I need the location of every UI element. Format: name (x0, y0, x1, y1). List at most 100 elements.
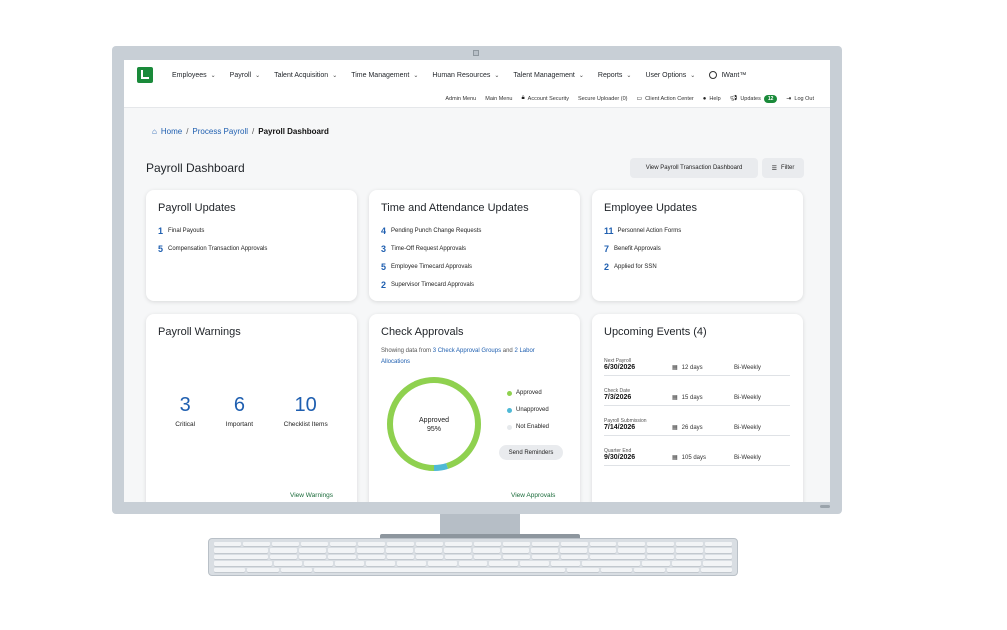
donut-center-label: Approved (419, 417, 449, 424)
nav-time-management[interactable]: Time Management ⌄ (351, 72, 418, 79)
chevron-down-icon: ⌄ (210, 72, 216, 79)
help-link[interactable]: ● Help (703, 96, 721, 102)
list-item[interactable]: 5 Employee Timecard Approvals (381, 258, 568, 276)
app-screen: Employees ⌄ Payroll ⌄ Talent Acquisition ⌄ … (124, 60, 830, 502)
payroll-warnings-card: Payroll Warnings 3 Critical 6 Important 10… (146, 314, 357, 502)
lock-icon: 🔒︎ (521, 95, 525, 101)
view-warnings-link[interactable]: View Warnings (290, 492, 333, 499)
calendar-icon: ▦ (672, 425, 678, 431)
warning-stat-checklist[interactable]: 10 Checklist Items (284, 394, 328, 428)
chevron-down-icon: ⌄ (332, 72, 338, 79)
donut-segment-approved (387, 377, 481, 471)
breadcrumb-separator: / (186, 127, 189, 136)
upcoming-events-card: Upcoming Events (4) Next Payroll 6/30/202… (592, 314, 803, 502)
nav-payroll[interactable]: Payroll ⌄ (230, 72, 260, 79)
events-list: Next Payroll 6/30/2026 ▦ 12 days Bi-Weekly… (604, 346, 790, 466)
calendar-icon: ▦ (672, 395, 678, 401)
check-approval-groups-link[interactable]: 3 Check Approval Groups (433, 348, 501, 354)
check-approvals-description: Showing data from 3 Check Approval Group… (381, 348, 535, 365)
list-item[interactable]: 5 Compensation Transaction Approvals (158, 240, 345, 258)
breadcrumb-current: Payroll Dashboard (258, 127, 329, 136)
card-title: Employee Updates (604, 202, 697, 214)
list-item[interactable]: 2 Applied for SSN (604, 258, 791, 276)
list-item[interactable]: 7 Benefit Approvals (604, 240, 791, 258)
card-title: Upcoming Events (4) (604, 326, 707, 338)
admin-menu-link[interactable]: Admin Menu (445, 96, 476, 102)
home-icon[interactable]: ⌂ (152, 127, 157, 136)
log-out-link[interactable]: ⇥ Log Out (786, 95, 814, 103)
legend-not-enabled: Not Enabled (507, 424, 549, 430)
breadcrumb-process-payroll[interactable]: Process Payroll (192, 127, 248, 136)
employee-updates-card: Employee Updates 11 Personnel Action Form… (592, 190, 803, 301)
chevron-down-icon: ⌄ (494, 72, 500, 79)
main-menu-link[interactable]: Main Menu (485, 96, 512, 102)
client-action-center-link[interactable]: ▭ Client Action Center (636, 95, 693, 103)
page-title: Payroll Dashboard (146, 161, 245, 175)
nav-talent-management[interactable]: Talent Management ⌄ (513, 72, 584, 79)
legend-dot (507, 390, 512, 396)
calendar-icon: ▦ (672, 455, 678, 461)
power-indicator (820, 505, 830, 508)
nav-employees[interactable]: Employees ⌄ (172, 72, 216, 79)
keyboard (208, 538, 738, 576)
nav-user-options[interactable]: User Options ⌄ (645, 72, 695, 79)
approval-donut-chart: Approved 95% (387, 377, 481, 471)
chevron-down-icon: ⌄ (413, 72, 419, 79)
legend-unapproved: Unapproved (507, 407, 549, 413)
view-transaction-dashboard-button[interactable]: View Payroll Transaction Dashboard (630, 158, 758, 178)
list-item[interactable]: 11 Personnel Action Forms (604, 222, 791, 240)
secure-uploader-link[interactable]: Secure Uploader (0) (578, 96, 628, 102)
view-approvals-link[interactable]: View Approvals (511, 492, 555, 499)
webcam-icon (473, 50, 479, 56)
filter-icon: ☰ (771, 165, 778, 172)
chevron-down-icon: ⌄ (626, 72, 632, 79)
table-row[interactable]: Quarter End 9/30/2026 ▦ 105 days Bi-Weekly (604, 436, 790, 466)
list-item[interactable]: 2 Supervisor Timecard Approvals (381, 276, 568, 294)
breadcrumb-separator: / (252, 127, 255, 136)
paylocity-logo[interactable] (137, 67, 153, 83)
nav-talent-acquisition[interactable]: Talent Acquisition ⌄ (274, 72, 337, 79)
top-navigation: Employees ⌄ Payroll ⌄ Talent Acquisition ⌄ … (124, 60, 830, 90)
card-title: Payroll Updates (158, 202, 236, 214)
breadcrumb-home[interactable]: Home (161, 127, 182, 136)
legend-dot (507, 424, 512, 430)
donut-legend: Approved Unapproved Not Enabled (507, 390, 549, 430)
donut-center-value: 95% (427, 426, 441, 433)
legend-dot (507, 407, 512, 413)
updates-count-badge: 12 (763, 94, 778, 103)
chevron-down-icon: ⌄ (578, 72, 584, 79)
iwant-icon (709, 71, 718, 79)
card-title: Check Approvals (381, 326, 464, 338)
utility-navigation: Admin Menu Main Menu 🔒︎ Account Security … (124, 90, 830, 108)
table-row[interactable]: Payroll Submission 7/14/2026 ▦ 26 days Bi-… (604, 406, 790, 436)
updates-link[interactable]: 📢︎ Updates 12 (729, 94, 778, 103)
time-attendance-updates-card: Time and Attendance Updates 4 Pending Pun… (369, 190, 580, 301)
help-icon: ● (702, 95, 707, 102)
filter-button[interactable]: ☰ Filter (762, 158, 804, 178)
megaphone-icon: 📢︎ (729, 96, 738, 102)
warning-stat-critical[interactable]: 3 Critical (175, 394, 195, 428)
chevron-down-icon: ⌄ (690, 72, 696, 79)
legend-approved: Approved (507, 390, 549, 396)
check-approvals-card: Check Approvals Showing data from 3 Chec… (369, 314, 580, 502)
monitor-stand (440, 514, 520, 536)
list-item[interactable]: 3 Time-Off Request Approvals (381, 240, 568, 258)
warning-stat-important[interactable]: 6 Important (226, 394, 253, 428)
logout-icon: ⇥ (786, 96, 792, 102)
list-item[interactable]: 1 Final Payouts (158, 222, 345, 240)
account-security-link[interactable]: 🔒︎ Account Security (521, 95, 568, 102)
list-item[interactable]: 4 Pending Punch Change Requests (381, 222, 568, 240)
calendar-icon: ▦ (672, 365, 678, 371)
card-title: Payroll Warnings (158, 326, 241, 338)
send-reminders-button[interactable]: Send Reminders (499, 445, 563, 460)
payroll-updates-card: Payroll Updates 1 Final Payouts 5 Compensa… (146, 190, 357, 301)
nav-reports[interactable]: Reports ⌄ (598, 72, 632, 79)
inbox-icon: ▭ (636, 96, 643, 102)
breadcrumb: ⌂ Home / Process Payroll / Payroll Dashb… (152, 127, 329, 136)
nav-human-resources[interactable]: Human Resources ⌄ (432, 72, 499, 79)
nav-iwant[interactable]: IWant™ (709, 71, 746, 79)
table-row[interactable]: Next Payroll 6/30/2026 ▦ 12 days Bi-Weekly (604, 346, 790, 376)
table-row[interactable]: Check Date 7/3/2026 ▦ 15 days Bi-Weekly (604, 376, 790, 406)
chevron-down-icon: ⌄ (255, 72, 261, 79)
card-title: Time and Attendance Updates (381, 202, 529, 214)
